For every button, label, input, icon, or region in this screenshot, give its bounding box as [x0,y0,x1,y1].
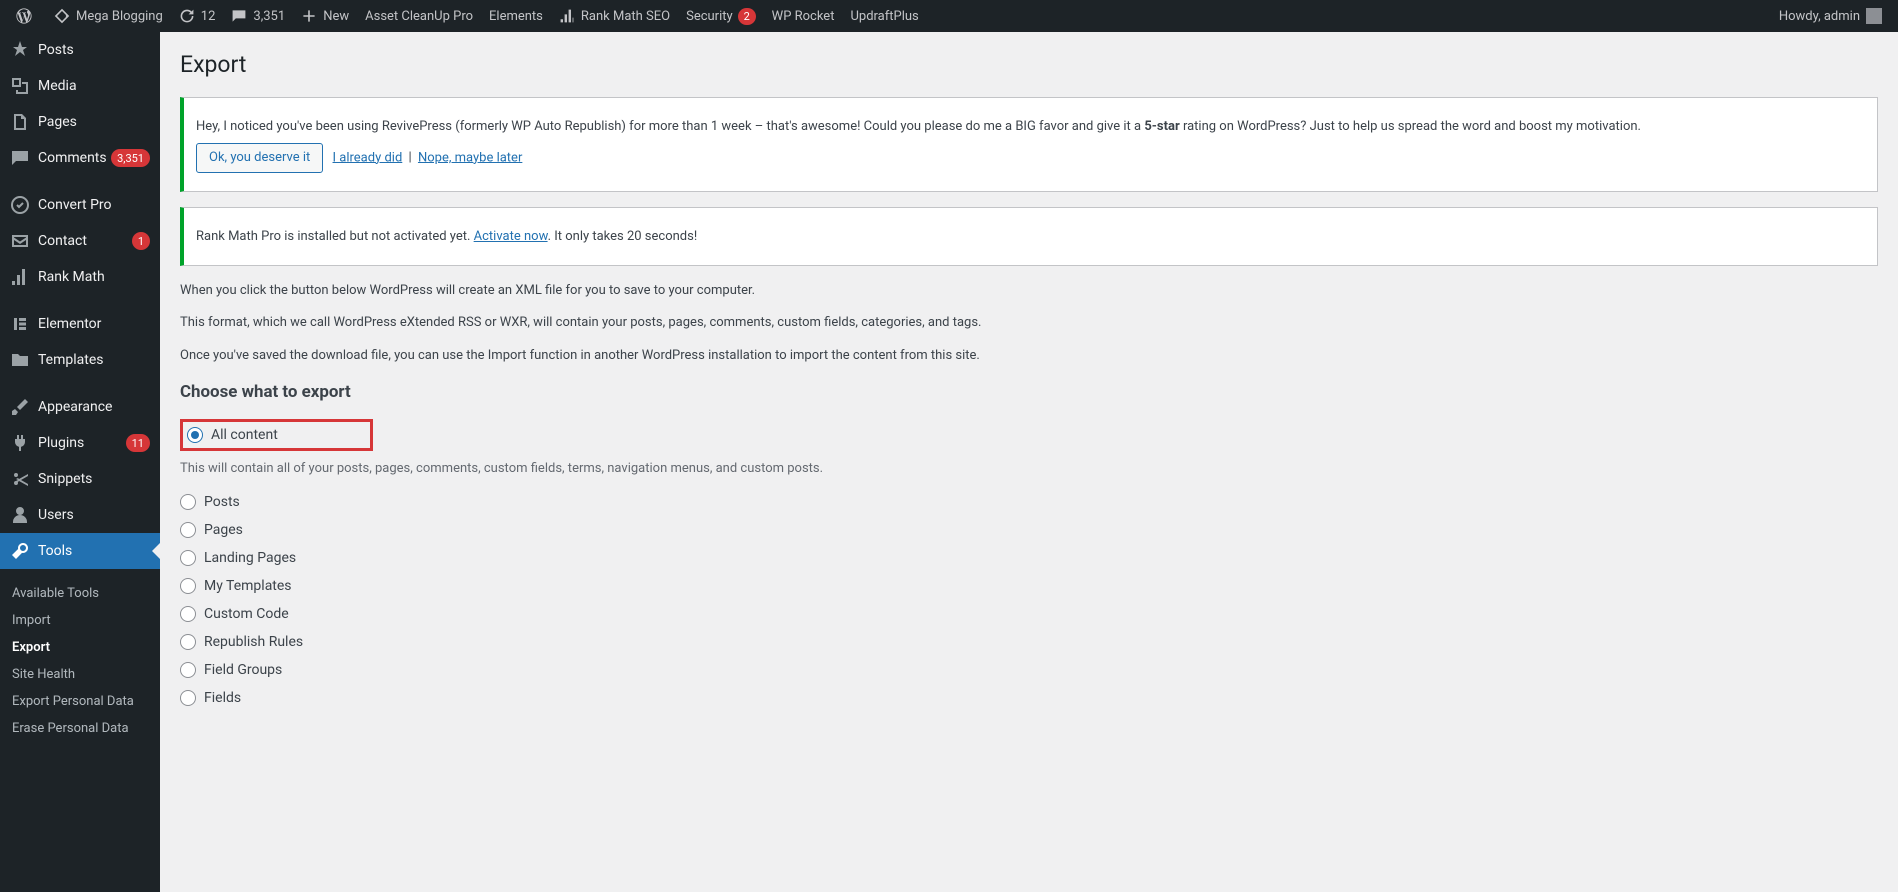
radio-republish-rules[interactable]: Republish Rules [180,628,1878,656]
radio-input[interactable] [180,522,196,538]
badge: 11 [126,434,150,452]
notice-revivepress: Hey, I noticed you've been using ReviveP… [180,97,1878,192]
sidebar-item-tools[interactable]: Tools [0,533,160,569]
toolbar-updraftplus[interactable]: UpdraftPlus [842,0,926,32]
wrench-icon [10,541,30,561]
radio-input[interactable] [180,634,196,650]
radio-all-content[interactable]: All content [187,425,278,445]
chart-icon [10,267,30,287]
submenu-item-export-personal-data[interactable]: Export Personal Data [0,688,160,715]
brush-icon [10,397,30,417]
submenu-item-import[interactable]: Import [0,607,160,634]
wp-logo[interactable] [8,0,46,32]
ok-you-deserve-it-button[interactable]: Ok, you deserve it [196,143,323,173]
security-badge: 2 [738,8,756,25]
user-icon [10,505,30,525]
radio-input[interactable] [180,494,196,510]
badge: 3,351 [111,149,150,167]
my-account[interactable]: Howdy, admin [1771,0,1890,32]
sidebar-item-plugins[interactable]: Plugins11 [0,425,160,461]
notice-rank-math: Rank Math Pro is installed but not activ… [180,207,1878,266]
radio-custom-code[interactable]: Custom Code [180,600,1878,628]
intro-text: Once you've saved the download file, you… [180,346,1878,366]
export-options: All content This will contain all of you… [180,419,1878,713]
plug-icon [10,433,30,453]
sidebar-item-posts[interactable]: Posts [0,32,160,68]
sidebar-item-pages[interactable]: Pages [0,104,160,140]
media-icon [10,76,30,96]
maybe-later-link[interactable]: Nope, maybe later [418,150,522,165]
already-did-link[interactable]: I already did [333,150,403,165]
sidebar-item-comments[interactable]: Comments3,351 [0,140,160,176]
sidebar-item-elementor[interactable]: Elementor [0,306,160,342]
scissors-icon [10,469,30,489]
radio-field-groups[interactable]: Field Groups [180,656,1878,684]
separator [0,381,160,386]
site-name[interactable]: Mega Blogging [46,0,171,32]
pin-icon [10,40,30,60]
elementor-icon [10,314,30,334]
radio-pages[interactable]: Pages [180,516,1878,544]
sidebar-item-appearance[interactable]: Appearance [0,389,160,425]
separator [0,298,160,303]
new-content[interactable]: New [293,0,357,32]
radio-fields[interactable]: Fields [180,684,1878,712]
submenu-item-available-tools[interactable]: Available Tools [0,580,160,607]
radio-my-templates[interactable]: My Templates [180,572,1878,600]
radio-input[interactable] [180,578,196,594]
highlight-box: All content [180,419,373,451]
folder-icon [10,350,30,370]
comment-icon [10,148,30,168]
radio-input[interactable] [180,550,196,566]
mail-icon [10,231,30,251]
toolbar-rank-math[interactable]: Rank Math SEO [551,0,678,32]
intro-text: When you click the button below WordPres… [180,281,1878,301]
choose-heading: Choose what to export [180,382,1878,402]
toolbar-wp-rocket[interactable]: WP Rocket [764,0,843,32]
radio-landing-pages[interactable]: Landing Pages [180,544,1878,572]
page-title: Export [180,42,1878,82]
submenu-item-export[interactable]: Export [0,634,160,661]
radio-input[interactable] [180,690,196,706]
comments[interactable]: 3,351 [223,0,293,32]
submenu-item-erase-personal-data[interactable]: Erase Personal Data [0,715,160,742]
radio-all-content-input[interactable] [187,427,203,443]
sidebar-item-rank-math[interactable]: Rank Math [0,259,160,295]
page-icon [10,112,30,132]
updates[interactable]: 12 [171,0,224,32]
sidebar-item-media[interactable]: Media [0,68,160,104]
submenu-item-site-health[interactable]: Site Health [0,661,160,688]
radio-posts[interactable]: Posts [180,488,1878,516]
toolbar-security[interactable]: Security2 [678,0,764,32]
convert-icon [10,195,30,215]
activate-now-link[interactable]: Activate now [474,229,548,244]
radio-input[interactable] [180,606,196,622]
all-content-description: This will contain all of your posts, pag… [180,459,1878,479]
badge: 1 [132,232,150,250]
toolbar-elements[interactable]: Elements [481,0,551,32]
separator [0,572,160,577]
sidebar-item-convert-pro[interactable]: Convert Pro [0,187,160,223]
radio-input[interactable] [180,662,196,678]
sidebar-item-users[interactable]: Users [0,497,160,533]
toolbar-asset-cleanup[interactable]: Asset CleanUp Pro [357,0,481,32]
sidebar-item-contact[interactable]: Contact1 [0,223,160,259]
separator [0,179,160,184]
intro-text: This format, which we call WordPress eXt… [180,313,1878,333]
avatar [1866,8,1882,24]
sidebar-item-snippets[interactable]: Snippets [0,461,160,497]
sidebar-item-templates[interactable]: Templates [0,342,160,378]
